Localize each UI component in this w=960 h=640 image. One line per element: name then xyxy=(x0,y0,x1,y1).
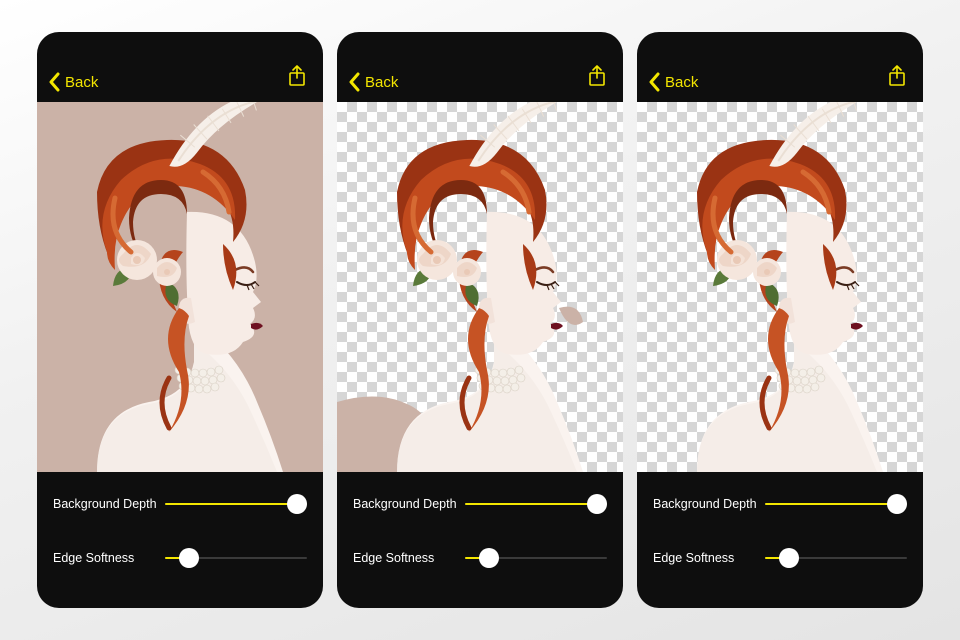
controls-panel: Background Depth Edge Softness xyxy=(37,472,323,608)
background-depth-row: Background Depth xyxy=(353,482,607,526)
background-depth-slider[interactable] xyxy=(165,494,307,514)
slider-thumb[interactable] xyxy=(887,494,907,514)
app-screen: Back Background Depth Edge Softness xyxy=(337,32,623,608)
edge-softness-label: Edge Softness xyxy=(53,551,165,565)
controls-panel: Background Depth Edge Softness xyxy=(337,472,623,608)
slider-thumb[interactable] xyxy=(779,548,799,568)
edge-softness-label: Edge Softness xyxy=(353,551,465,565)
chevron-left-icon xyxy=(47,72,63,92)
background-depth-row: Background Depth xyxy=(653,482,907,526)
back-button[interactable]: Back xyxy=(347,72,398,92)
edge-softness-slider[interactable] xyxy=(765,548,907,568)
image-canvas[interactable] xyxy=(337,102,623,472)
image-canvas[interactable] xyxy=(37,102,323,472)
slider-thumb[interactable] xyxy=(179,548,199,568)
edge-softness-row: Edge Softness xyxy=(53,536,307,580)
slider-thumb[interactable] xyxy=(587,494,607,514)
image-canvas[interactable] xyxy=(637,102,923,472)
background-depth-label: Background Depth xyxy=(653,497,765,511)
edge-softness-row: Edge Softness xyxy=(653,536,907,580)
background-depth-slider[interactable] xyxy=(465,494,607,514)
chevron-left-icon xyxy=(647,72,663,92)
chevron-left-icon xyxy=(347,72,363,92)
background-depth-label: Background Depth xyxy=(53,497,165,511)
edge-softness-row: Edge Softness xyxy=(353,536,607,580)
share-button[interactable] xyxy=(887,65,907,92)
background-depth-label: Background Depth xyxy=(353,497,465,511)
slider-thumb[interactable] xyxy=(479,548,499,568)
navbar: Back xyxy=(37,32,323,102)
share-icon xyxy=(887,65,907,87)
slider-thumb[interactable] xyxy=(287,494,307,514)
edge-softness-label: Edge Softness xyxy=(653,551,765,565)
back-button[interactable]: Back xyxy=(647,72,698,92)
back-label: Back xyxy=(665,74,698,91)
controls-panel: Background Depth Edge Softness xyxy=(637,472,923,608)
edge-softness-slider[interactable] xyxy=(165,548,307,568)
share-button[interactable] xyxy=(287,65,307,92)
share-button[interactable] xyxy=(587,65,607,92)
navbar: Back xyxy=(637,32,923,102)
app-screen: Back Background Depth Edge Softness xyxy=(37,32,323,608)
navbar: Back xyxy=(337,32,623,102)
background-depth-row: Background Depth xyxy=(53,482,307,526)
back-button[interactable]: Back xyxy=(47,72,98,92)
share-icon xyxy=(287,65,307,87)
share-icon xyxy=(587,65,607,87)
edge-softness-slider[interactable] xyxy=(465,548,607,568)
app-screen: Back Background Depth Edge Softness xyxy=(637,32,923,608)
back-label: Back xyxy=(65,74,98,91)
back-label: Back xyxy=(365,74,398,91)
background-depth-slider[interactable] xyxy=(765,494,907,514)
